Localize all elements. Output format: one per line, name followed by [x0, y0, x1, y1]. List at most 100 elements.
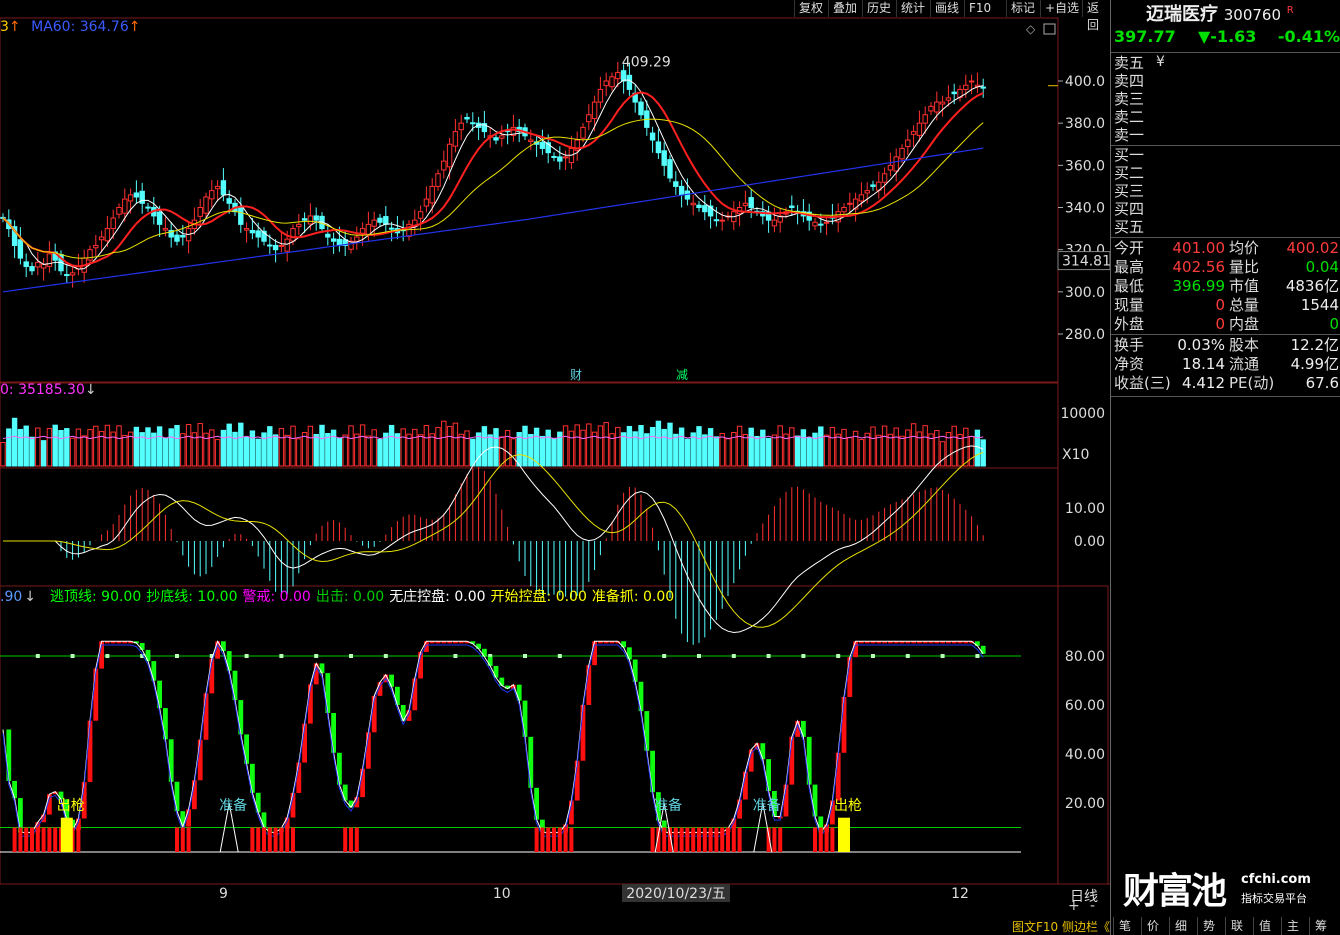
kline-chart-area[interactable]: 400.0380.0360.0340.0320.0300.0280.0314.8… [0, 0, 1110, 935]
candle-body [435, 173, 441, 187]
low-zone-bar [824, 827, 829, 852]
candle-body [464, 116, 470, 120]
bottom-tab-4[interactable]: 联 [1225, 917, 1248, 935]
x-axis-label: 9 [219, 886, 228, 902]
quote-v2: 0.04 [1305, 258, 1339, 276]
volume-bar [754, 435, 760, 467]
candle-body [255, 230, 261, 238]
low-zone-bar [569, 827, 574, 852]
volume-bar [510, 438, 517, 467]
volume-bar [829, 426, 836, 467]
quote-l1: 外盘 [1114, 315, 1145, 333]
candle-body [243, 228, 250, 231]
toolbar-btn-3[interactable]: 统计 [896, 0, 929, 17]
candle-body [847, 202, 853, 205]
volume-bar [394, 433, 401, 467]
low-zone-bar [41, 827, 46, 852]
escape-line-dot [279, 654, 284, 658]
diamond-icon[interactable]: ◇ [1026, 22, 1036, 36]
volume-bar [881, 425, 888, 467]
candles [0, 62, 986, 288]
volume-bar [905, 429, 911, 467]
volume-bar [29, 436, 35, 467]
order-label: 买三 [1114, 182, 1145, 200]
candle-body [580, 126, 586, 139]
toolbar-btn-0[interactable]: 复权 [794, 0, 827, 17]
candle-body [939, 101, 946, 105]
bottom-tab-7[interactable]: 筹 [1309, 917, 1332, 935]
candle-body [209, 190, 215, 200]
volume-bar [232, 431, 238, 467]
low-zone-bar [673, 827, 678, 852]
bottom-tab-3[interactable]: 势 [1197, 917, 1220, 935]
bottom-tab-0[interactable]: 笔 [1113, 917, 1136, 935]
volume-bar [499, 436, 505, 467]
volume-bar [388, 424, 395, 467]
indicator-bar [139, 642, 145, 650]
escape-line-dot [383, 654, 388, 658]
volume-bars [0, 417, 986, 467]
volume-bar [156, 426, 163, 467]
volume-bar [707, 428, 714, 467]
order-label: 卖二 [1114, 108, 1145, 126]
candle-body [249, 229, 256, 234]
candle-body [963, 84, 969, 90]
volume-bar [713, 436, 720, 467]
indicator-bar [499, 677, 505, 686]
volume-bar [6, 428, 12, 467]
candle-body [127, 194, 134, 202]
indicator-bar [731, 818, 737, 829]
quote-l2: 流通 [1229, 355, 1260, 373]
volume-bar [330, 429, 337, 467]
order-sell-4: 卖四 [1111, 72, 1340, 91]
volume-bar [667, 422, 673, 467]
quote-row: 现量 0 总量 1544 [1111, 296, 1340, 315]
indicator-bar [319, 663, 325, 674]
candle-body [557, 156, 563, 162]
bottom-tab-1[interactable]: 价 [1141, 917, 1164, 935]
x-axis-label: 12 [951, 886, 969, 902]
sidebar-toggle[interactable]: 图文F10 侧边栏《 [1012, 918, 1110, 935]
volume-bar [690, 432, 696, 467]
top-toolbar: 复权 叠加 历史 统计 画线 F10 标记 +自选 返回 [794, 0, 1110, 32]
volume-bar [46, 428, 53, 467]
signal-block [838, 817, 850, 852]
order-label: 卖一 [1114, 126, 1145, 144]
escape-line-dot [836, 654, 841, 658]
period-label[interactable]: 日线 [1070, 886, 1098, 906]
quote-l1: 今开 [1114, 239, 1145, 257]
toolbar-btn-8[interactable]: 返回 [1082, 0, 1110, 32]
quote-row: 换手 0.03% 股本 12.2亿 [1111, 336, 1340, 355]
toolbar-btn-7[interactable]: +自选 [1040, 0, 1083, 17]
volume-bar [301, 432, 308, 467]
candle-body [562, 156, 569, 159]
candle-body [388, 227, 395, 230]
indicator-tick-label: 60.00 [1065, 698, 1105, 714]
low-zone-bar [818, 827, 823, 852]
volume-bar [423, 425, 430, 467]
price-tick-label: 380.0 [1065, 116, 1105, 132]
toolbar-btn-4[interactable]: 画线 [930, 0, 963, 17]
price-change: ▼-1.63 [1198, 27, 1257, 46]
bottom-tab-6[interactable]: 主 [1281, 917, 1304, 935]
volume-bar [133, 426, 140, 467]
volume-bar [910, 423, 917, 467]
window-icon[interactable] [1043, 23, 1056, 35]
volume-bar [359, 424, 366, 467]
volume-bar [58, 429, 64, 467]
escape-line-dot [349, 654, 353, 658]
toolbar-btn-2[interactable]: 历史 [862, 0, 895, 17]
candle-body [493, 137, 499, 141]
toolbar-btn-6[interactable]: 标记 [1006, 0, 1039, 17]
bottom-tab-2[interactable]: 细 [1169, 917, 1192, 935]
candle-body [307, 215, 314, 225]
bottom-tab-5[interactable]: 值 [1253, 917, 1276, 935]
price-pct: -0.41% [1277, 27, 1340, 46]
main-legend: 3↑ MA60: 364.76↑ [0, 19, 141, 35]
toolbar-btn-1[interactable]: 叠加 [828, 0, 861, 17]
volume-bar [470, 438, 476, 467]
volume-bar [620, 432, 627, 467]
toolbar-btn-5[interactable]: F10 [964, 0, 995, 17]
signal-label: 出枪 [834, 797, 862, 814]
candle-body [325, 233, 331, 238]
